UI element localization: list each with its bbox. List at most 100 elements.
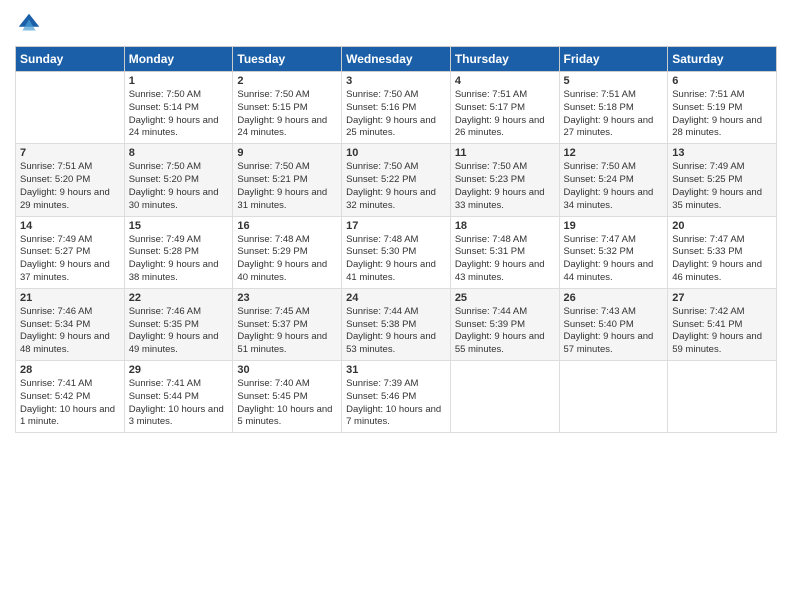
day-info: Sunrise: 7:50 AM Sunset: 5:15 PM Dayligh…: [237, 89, 337, 140]
calendar-cell: 3 Sunrise: 7:50 AM Sunset: 5:16 PM Dayli…: [342, 72, 451, 144]
day-info: Sunrise: 7:51 AM Sunset: 5:17 PM Dayligh…: [455, 89, 555, 140]
daylight-text: Daylight: 10 hours and 1 minute.: [20, 404, 120, 430]
calendar-cell: 11 Sunrise: 7:50 AM Sunset: 5:23 PM Dayl…: [450, 144, 559, 216]
daylight-text: Daylight: 9 hours and 31 minutes.: [237, 187, 337, 213]
sunrise-text: Sunrise: 7:44 AM: [455, 306, 555, 319]
weekday-header: Friday: [559, 47, 668, 72]
daylight-text: Daylight: 9 hours and 46 minutes.: [672, 259, 772, 285]
sunset-text: Sunset: 5:30 PM: [346, 246, 446, 259]
sunset-text: Sunset: 5:18 PM: [564, 102, 664, 115]
daylight-text: Daylight: 9 hours and 32 minutes.: [346, 187, 446, 213]
daylight-text: Daylight: 9 hours and 44 minutes.: [564, 259, 664, 285]
sunset-text: Sunset: 5:25 PM: [672, 174, 772, 187]
sunset-text: Sunset: 5:16 PM: [346, 102, 446, 115]
sunrise-text: Sunrise: 7:41 AM: [20, 378, 120, 391]
sunrise-text: Sunrise: 7:50 AM: [237, 161, 337, 174]
day-info: Sunrise: 7:46 AM Sunset: 5:35 PM Dayligh…: [129, 306, 229, 357]
sunrise-text: Sunrise: 7:51 AM: [672, 89, 772, 102]
sunrise-text: Sunrise: 7:49 AM: [20, 234, 120, 247]
daylight-text: Daylight: 9 hours and 41 minutes.: [346, 259, 446, 285]
day-number: 30: [237, 364, 337, 376]
calendar-week-row: 14 Sunrise: 7:49 AM Sunset: 5:27 PM Dayl…: [16, 216, 777, 288]
day-info: Sunrise: 7:39 AM Sunset: 5:46 PM Dayligh…: [346, 378, 446, 429]
day-number: 25: [455, 292, 555, 304]
daylight-text: Daylight: 10 hours and 5 minutes.: [237, 404, 337, 430]
daylight-text: Daylight: 9 hours and 30 minutes.: [129, 187, 229, 213]
day-info: Sunrise: 7:44 AM Sunset: 5:39 PM Dayligh…: [455, 306, 555, 357]
day-info: Sunrise: 7:49 AM Sunset: 5:28 PM Dayligh…: [129, 234, 229, 285]
calendar-cell: 17 Sunrise: 7:48 AM Sunset: 5:30 PM Dayl…: [342, 216, 451, 288]
sunset-text: Sunset: 5:35 PM: [129, 319, 229, 332]
day-number: 6: [672, 75, 772, 87]
sunrise-text: Sunrise: 7:47 AM: [564, 234, 664, 247]
day-info: Sunrise: 7:51 AM Sunset: 5:18 PM Dayligh…: [564, 89, 664, 140]
sunrise-text: Sunrise: 7:43 AM: [564, 306, 664, 319]
sunrise-text: Sunrise: 7:49 AM: [672, 161, 772, 174]
day-number: 4: [455, 75, 555, 87]
calendar-cell: 7 Sunrise: 7:51 AM Sunset: 5:20 PM Dayli…: [16, 144, 125, 216]
daylight-text: Daylight: 9 hours and 55 minutes.: [455, 331, 555, 357]
daylight-text: Daylight: 9 hours and 25 minutes.: [346, 115, 446, 141]
day-number: 16: [237, 220, 337, 232]
sunset-text: Sunset: 5:20 PM: [20, 174, 120, 187]
day-info: Sunrise: 7:51 AM Sunset: 5:19 PM Dayligh…: [672, 89, 772, 140]
sunrise-text: Sunrise: 7:41 AM: [129, 378, 229, 391]
logo: [15, 10, 47, 38]
calendar-cell: 20 Sunrise: 7:47 AM Sunset: 5:33 PM Dayl…: [668, 216, 777, 288]
daylight-text: Daylight: 9 hours and 57 minutes.: [564, 331, 664, 357]
sunset-text: Sunset: 5:21 PM: [237, 174, 337, 187]
calendar-cell: 29 Sunrise: 7:41 AM Sunset: 5:44 PM Dayl…: [124, 361, 233, 433]
weekday-header: Monday: [124, 47, 233, 72]
daylight-text: Daylight: 9 hours and 24 minutes.: [129, 115, 229, 141]
sunset-text: Sunset: 5:22 PM: [346, 174, 446, 187]
day-number: 21: [20, 292, 120, 304]
calendar-cell: 30 Sunrise: 7:40 AM Sunset: 5:45 PM Dayl…: [233, 361, 342, 433]
sunrise-text: Sunrise: 7:51 AM: [564, 89, 664, 102]
daylight-text: Daylight: 9 hours and 28 minutes.: [672, 115, 772, 141]
day-number: 27: [672, 292, 772, 304]
sunset-text: Sunset: 5:20 PM: [129, 174, 229, 187]
weekday-header: Sunday: [16, 47, 125, 72]
sunrise-text: Sunrise: 7:50 AM: [129, 161, 229, 174]
sunset-text: Sunset: 5:15 PM: [237, 102, 337, 115]
sunrise-text: Sunrise: 7:48 AM: [346, 234, 446, 247]
calendar-week-row: 1 Sunrise: 7:50 AM Sunset: 5:14 PM Dayli…: [16, 72, 777, 144]
calendar-cell: 9 Sunrise: 7:50 AM Sunset: 5:21 PM Dayli…: [233, 144, 342, 216]
calendar-cell: 5 Sunrise: 7:51 AM Sunset: 5:18 PM Dayli…: [559, 72, 668, 144]
calendar-cell: 22 Sunrise: 7:46 AM Sunset: 5:35 PM Dayl…: [124, 288, 233, 360]
weekday-header: Tuesday: [233, 47, 342, 72]
sunrise-text: Sunrise: 7:50 AM: [346, 89, 446, 102]
sunrise-text: Sunrise: 7:50 AM: [564, 161, 664, 174]
calendar-cell: 26 Sunrise: 7:43 AM Sunset: 5:40 PM Dayl…: [559, 288, 668, 360]
sunrise-text: Sunrise: 7:46 AM: [129, 306, 229, 319]
sunrise-text: Sunrise: 7:40 AM: [237, 378, 337, 391]
day-number: 18: [455, 220, 555, 232]
sunset-text: Sunset: 5:28 PM: [129, 246, 229, 259]
day-number: 23: [237, 292, 337, 304]
day-info: Sunrise: 7:41 AM Sunset: 5:44 PM Dayligh…: [129, 378, 229, 429]
day-info: Sunrise: 7:49 AM Sunset: 5:27 PM Dayligh…: [20, 234, 120, 285]
day-info: Sunrise: 7:50 AM Sunset: 5:24 PM Dayligh…: [564, 161, 664, 212]
sunset-text: Sunset: 5:23 PM: [455, 174, 555, 187]
sunset-text: Sunset: 5:31 PM: [455, 246, 555, 259]
calendar-cell: [450, 361, 559, 433]
calendar-cell: 18 Sunrise: 7:48 AM Sunset: 5:31 PM Dayl…: [450, 216, 559, 288]
day-number: 12: [564, 147, 664, 159]
calendar-cell: 25 Sunrise: 7:44 AM Sunset: 5:39 PM Dayl…: [450, 288, 559, 360]
sunset-text: Sunset: 5:34 PM: [20, 319, 120, 332]
daylight-text: Daylight: 9 hours and 49 minutes.: [129, 331, 229, 357]
daylight-text: Daylight: 9 hours and 51 minutes.: [237, 331, 337, 357]
calendar-cell: 23 Sunrise: 7:45 AM Sunset: 5:37 PM Dayl…: [233, 288, 342, 360]
day-number: 29: [129, 364, 229, 376]
daylight-text: Daylight: 9 hours and 27 minutes.: [564, 115, 664, 141]
day-number: 17: [346, 220, 446, 232]
day-number: 22: [129, 292, 229, 304]
sunset-text: Sunset: 5:29 PM: [237, 246, 337, 259]
daylight-text: Daylight: 9 hours and 53 minutes.: [346, 331, 446, 357]
day-number: 2: [237, 75, 337, 87]
sunrise-text: Sunrise: 7:42 AM: [672, 306, 772, 319]
sunset-text: Sunset: 5:17 PM: [455, 102, 555, 115]
calendar-cell: 8 Sunrise: 7:50 AM Sunset: 5:20 PM Dayli…: [124, 144, 233, 216]
calendar-cell: [559, 361, 668, 433]
day-number: 15: [129, 220, 229, 232]
